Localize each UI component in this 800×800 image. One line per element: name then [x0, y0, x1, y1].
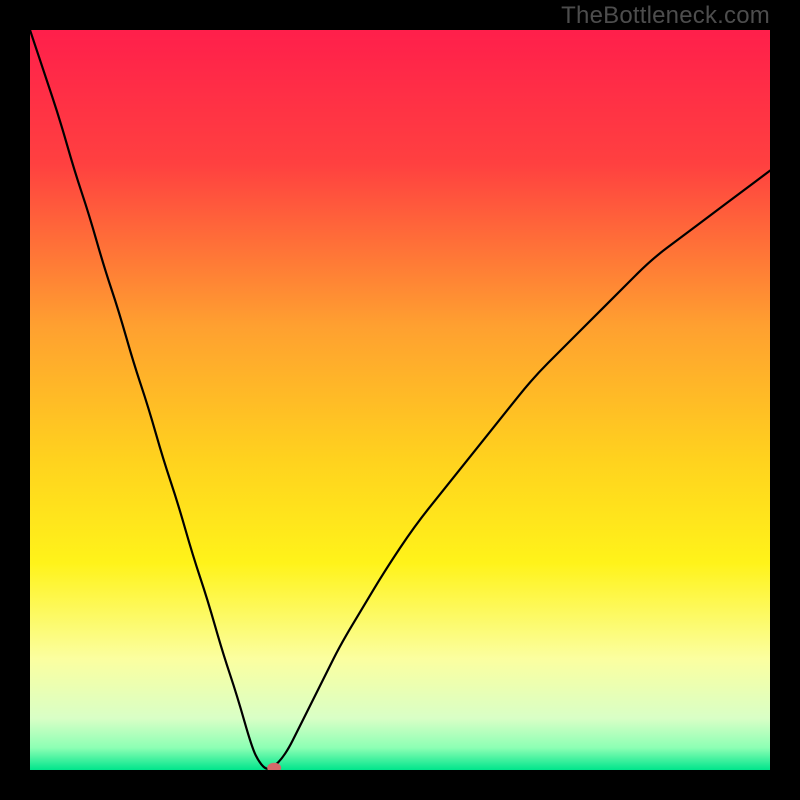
- gradient-background: [30, 30, 770, 770]
- watermark-text: TheBottleneck.com: [561, 2, 770, 30]
- chart-svg: [30, 30, 770, 770]
- plot-area: [30, 30, 770, 770]
- chart-container: TheBottleneck.com: [0, 0, 800, 800]
